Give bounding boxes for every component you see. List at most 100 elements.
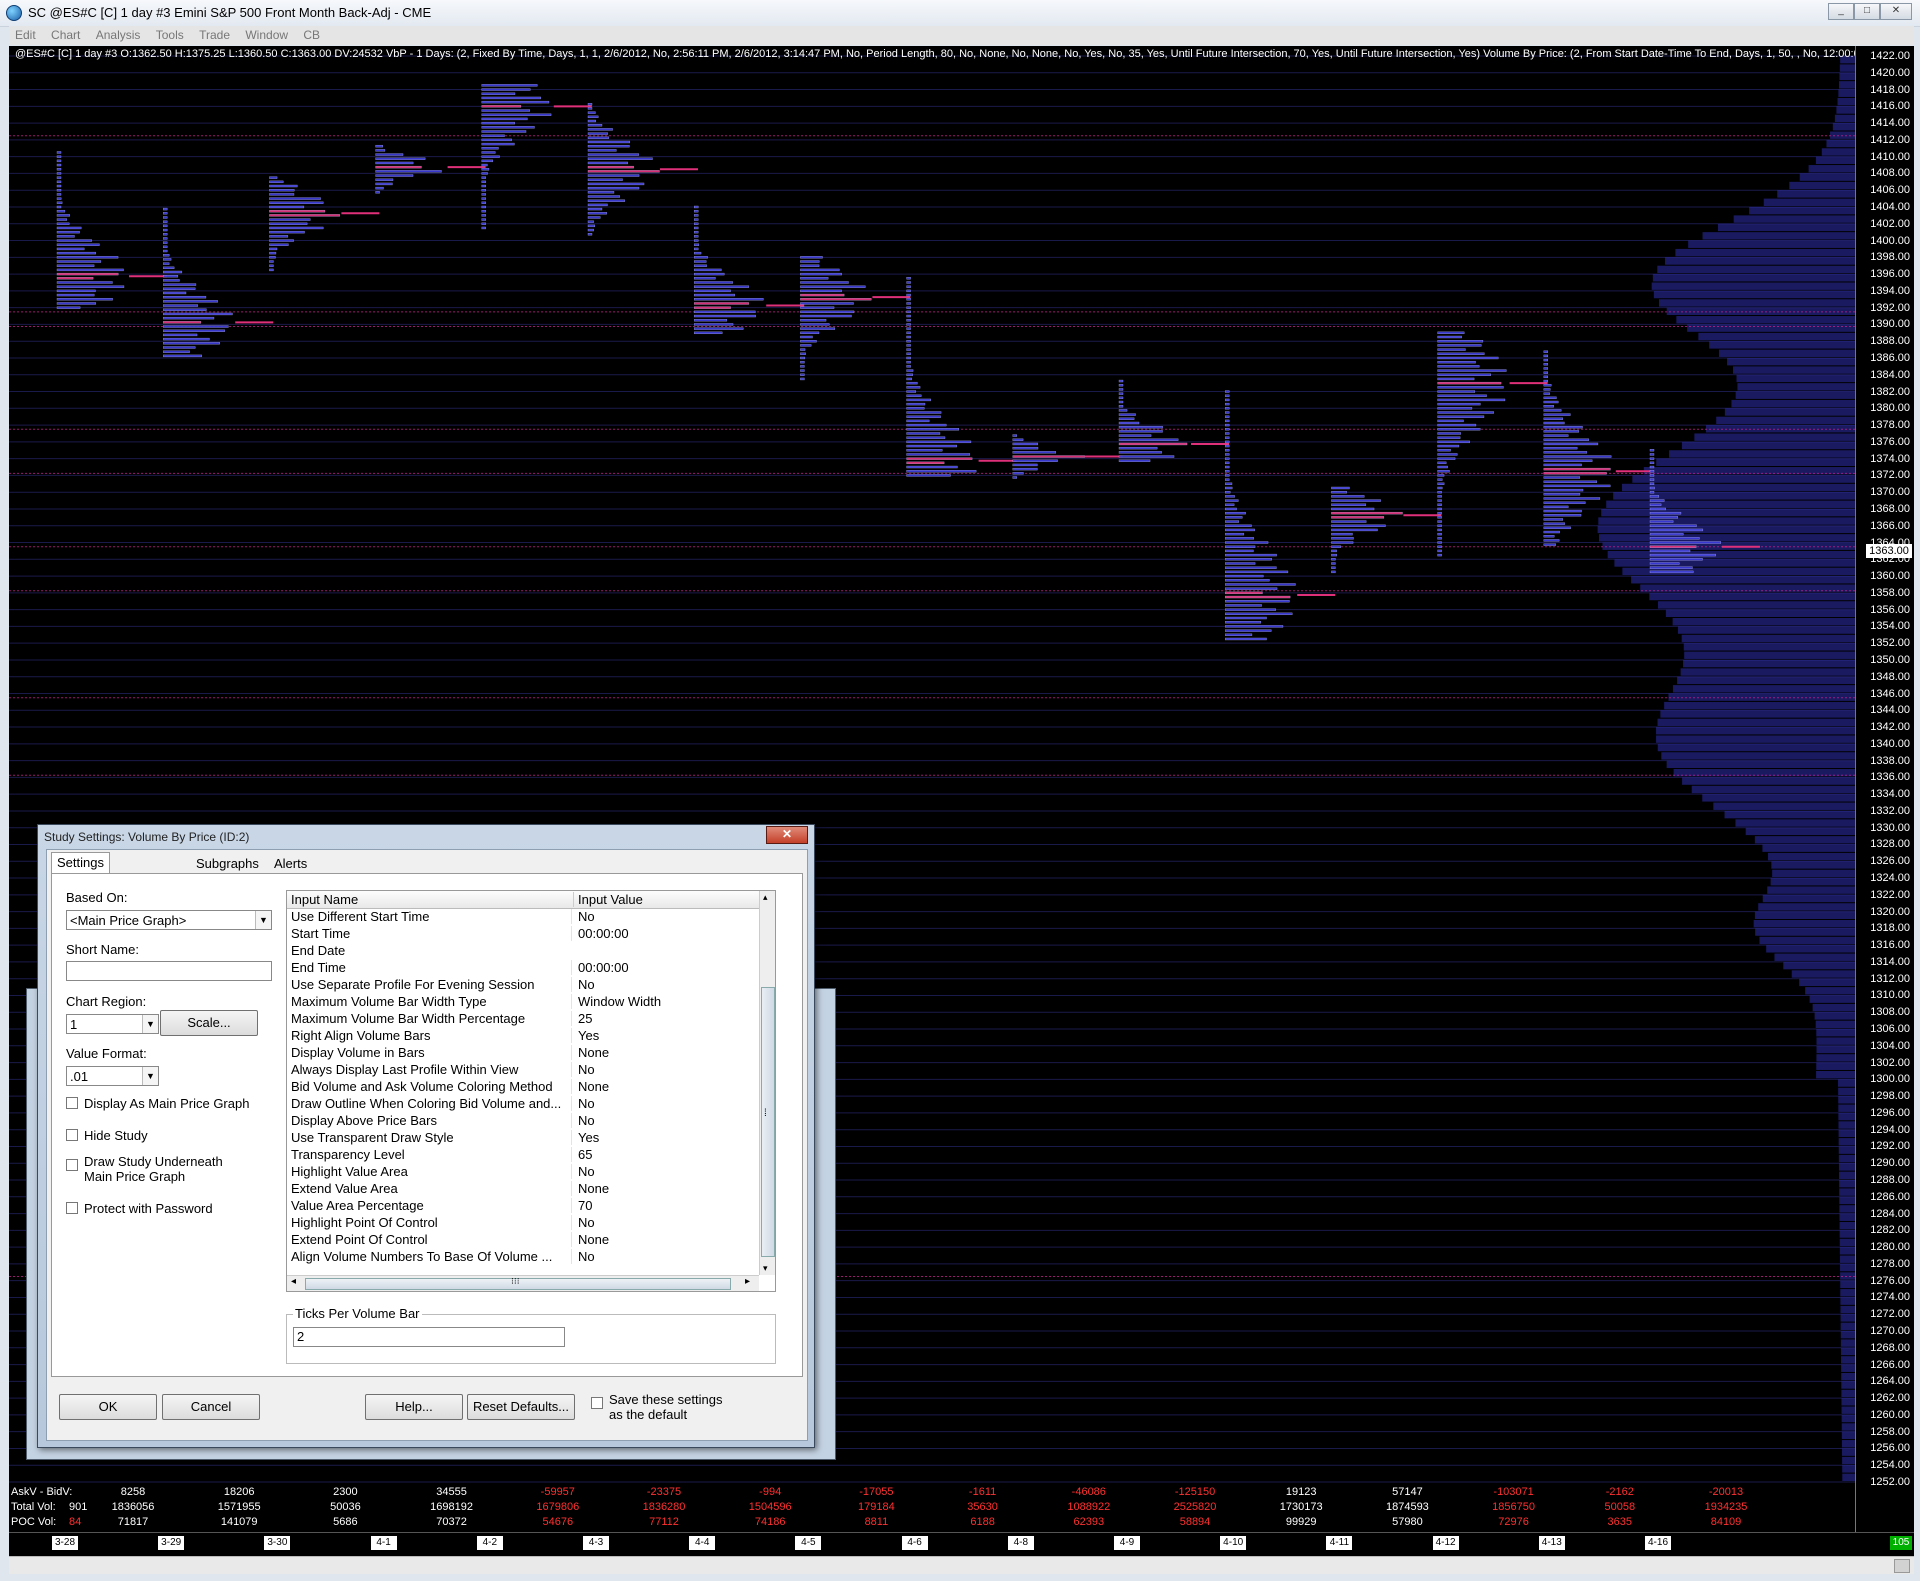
checkbox-box[interactable] bbox=[66, 1202, 78, 1214]
input-row[interactable]: Extend Point Of Control None bbox=[287, 1232, 759, 1249]
input-row[interactable]: Highlight Value Area No bbox=[287, 1164, 759, 1181]
input-row[interactable]: Maximum Volume Bar Width Percentage 25 bbox=[287, 1011, 759, 1028]
save-as-default-checkbox[interactable]: Save these settings as the default bbox=[591, 1392, 722, 1422]
input-value-cell[interactable]: 25 bbox=[571, 1011, 758, 1026]
checkbox-box[interactable] bbox=[66, 1097, 78, 1109]
input-row[interactable]: Display Above Price Bars No bbox=[287, 1113, 759, 1130]
input-row[interactable]: Use Different Start Time No bbox=[287, 909, 759, 926]
hide-study-checkbox[interactable]: Hide Study bbox=[66, 1128, 148, 1143]
menu-analysis[interactable]: Analysis bbox=[90, 26, 147, 42]
chart-region-select[interactable]: 1 ▼ bbox=[66, 1014, 159, 1034]
input-row[interactable]: Start Time 00:00:00 bbox=[287, 926, 759, 943]
input-row[interactable]: End Date bbox=[287, 943, 759, 960]
menu-trade[interactable]: Trade bbox=[193, 26, 236, 42]
display-as-main-checkbox[interactable]: Display As Main Price Graph bbox=[66, 1096, 249, 1111]
maximize-button[interactable]: □ bbox=[1854, 3, 1880, 20]
input-value-cell[interactable]: No bbox=[571, 1096, 758, 1111]
close-button[interactable]: ✕ bbox=[1880, 3, 1912, 20]
tab-subgraphs[interactable]: Subgraphs bbox=[191, 854, 264, 874]
chevron-down-icon[interactable]: ▼ bbox=[142, 1067, 158, 1085]
input-row[interactable]: Highlight Point Of Control No bbox=[287, 1215, 759, 1232]
chart-horizontal-scrollbar[interactable] bbox=[9, 1556, 1914, 1574]
value-format-select[interactable]: .01 ▼ bbox=[66, 1066, 159, 1086]
inputs-grid[interactable]: Input Name Input Value Use Different Sta… bbox=[286, 890, 776, 1292]
menu-window[interactable]: Window bbox=[239, 26, 294, 42]
price-tick-label: 1376.00 bbox=[1870, 435, 1910, 448]
tab-alerts[interactable]: Alerts bbox=[269, 854, 312, 874]
ok-button[interactable]: OK bbox=[59, 1394, 157, 1420]
help-button[interactable]: Help... bbox=[365, 1394, 463, 1420]
scale-button[interactable]: Scale... bbox=[160, 1010, 258, 1036]
input-value-cell[interactable]: None bbox=[571, 1045, 758, 1060]
input-value-cell[interactable]: None bbox=[571, 1181, 758, 1196]
grid-horizontal-scrollbar[interactable]: ◂ ⁝⁝⁝ ▸ bbox=[287, 1275, 759, 1291]
scroll-left-icon[interactable]: ◂ bbox=[291, 1276, 296, 1287]
input-value-cell[interactable]: Window Width bbox=[571, 994, 758, 1009]
input-row[interactable]: Value Area Percentage 70 bbox=[287, 1198, 759, 1215]
input-row[interactable]: Bid Volume and Ask Volume Coloring Metho… bbox=[287, 1079, 759, 1096]
input-value-cell[interactable]: None bbox=[571, 1079, 758, 1094]
input-row[interactable]: Use Separate Profile For Evening Session… bbox=[287, 977, 759, 994]
profile-bar bbox=[1437, 520, 1442, 523]
menu-edit[interactable]: Edit bbox=[9, 26, 42, 42]
checkbox-box[interactable] bbox=[66, 1159, 78, 1171]
chevron-down-icon[interactable]: ▼ bbox=[142, 1015, 158, 1033]
composite-profile-bar bbox=[1724, 810, 1856, 819]
input-value-cell[interactable]: 00:00:00 bbox=[571, 960, 758, 975]
input-value-cell[interactable]: 70 bbox=[571, 1198, 758, 1213]
based-on-select[interactable]: <Main Price Graph> ▼ bbox=[66, 910, 272, 930]
scroll-up-icon[interactable]: ▴ bbox=[763, 892, 768, 903]
column-input-value[interactable]: Input Value bbox=[573, 892, 643, 907]
input-value-cell[interactable]: Yes bbox=[571, 1028, 758, 1043]
checkbox-box[interactable] bbox=[66, 1129, 78, 1141]
input-row[interactable]: Use Transparent Draw Style Yes bbox=[287, 1130, 759, 1147]
tab-settings-and-inputs[interactable]: Settings and Inputs bbox=[51, 852, 110, 910]
input-row[interactable]: Display Volume in Bars None bbox=[287, 1045, 759, 1062]
column-input-name[interactable]: Input Name bbox=[291, 892, 358, 907]
input-row[interactable]: Align Volume Numbers To Base Of Volume .… bbox=[287, 1249, 759, 1266]
input-value-cell[interactable]: No bbox=[571, 909, 758, 924]
price-tick-label: 1410.00 bbox=[1870, 150, 1910, 163]
protect-password-checkbox[interactable]: Protect with Password bbox=[66, 1201, 213, 1216]
input-row[interactable]: Right Align Volume Bars Yes bbox=[287, 1028, 759, 1045]
scroll-right-icon[interactable]: ▸ bbox=[745, 1276, 750, 1287]
input-row[interactable]: Extend Value Area None bbox=[287, 1181, 759, 1198]
price-axis[interactable]: 1422.00 1420.00 1418.00 1416.00 1414.00 1412.… bbox=[1855, 46, 1914, 1532]
grid-hscroll-thumb[interactable]: ⁝⁝⁝ bbox=[305, 1276, 731, 1290]
date-axis[interactable]: 105 3-28 3-29 3-30 4-1 4-2 4-3 4-4 4-5 4-6 4-8 4-9… bbox=[9, 1532, 1914, 1553]
composite-profile-bar bbox=[1839, 1221, 1856, 1230]
dialog-close-icon[interactable]: ✕ bbox=[766, 826, 808, 844]
grid-vertical-scrollbar[interactable]: ▴ ⁞ ▾ bbox=[759, 891, 775, 1275]
input-value-cell[interactable]: Yes bbox=[571, 1130, 758, 1145]
input-value-cell[interactable]: No bbox=[571, 1249, 758, 1264]
input-value-cell[interactable]: No bbox=[571, 1113, 758, 1128]
chevron-down-icon[interactable]: ▼ bbox=[255, 911, 271, 929]
grip-icon: ⁞ bbox=[764, 1108, 767, 1119]
menu-cb[interactable]: CB bbox=[297, 26, 326, 42]
menu-tools[interactable]: Tools bbox=[150, 26, 190, 42]
cancel-button[interactable]: Cancel bbox=[162, 1394, 260, 1420]
input-value-cell[interactable]: No bbox=[571, 1215, 758, 1230]
reset-defaults-button[interactable]: Reset Defaults... bbox=[467, 1394, 575, 1420]
input-row[interactable]: Transparency Level 65 bbox=[287, 1147, 759, 1164]
menu-chart[interactable]: Chart bbox=[45, 26, 86, 42]
price-tick-label: 1288.00 bbox=[1870, 1174, 1910, 1187]
input-value-cell[interactable]: 65 bbox=[571, 1147, 758, 1162]
input-row[interactable]: End Time 00:00:00 bbox=[287, 960, 759, 977]
input-value-cell[interactable]: 00:00:00 bbox=[571, 926, 758, 941]
input-value-cell[interactable]: No bbox=[571, 1164, 758, 1179]
scroll-thumb[interactable] bbox=[1894, 1559, 1910, 1573]
minimize-button[interactable]: _ bbox=[1828, 3, 1854, 20]
scroll-down-icon[interactable]: ▾ bbox=[763, 1263, 768, 1274]
checkbox-box[interactable] bbox=[591, 1397, 603, 1409]
input-value-cell[interactable]: No bbox=[571, 1062, 758, 1077]
input-row[interactable]: Always Display Last Profile Within View N… bbox=[287, 1062, 759, 1079]
input-row[interactable]: Maximum Volume Bar Width Type Window Widt… bbox=[287, 994, 759, 1011]
input-value-cell[interactable]: No bbox=[571, 977, 758, 992]
draw-underneath-checkbox[interactable]: Draw Study Underneath Main Price Graph bbox=[66, 1154, 223, 1184]
input-value-cell[interactable]: None bbox=[571, 1232, 758, 1247]
input-row[interactable]: Draw Outline When Coloring Bid Volume an… bbox=[287, 1096, 759, 1113]
grid-scroll-thumb[interactable]: ⁞ bbox=[761, 987, 775, 1257]
ticks-per-volume-bar-input[interactable]: 2 bbox=[293, 1327, 565, 1347]
short-name-input[interactable] bbox=[66, 961, 272, 981]
